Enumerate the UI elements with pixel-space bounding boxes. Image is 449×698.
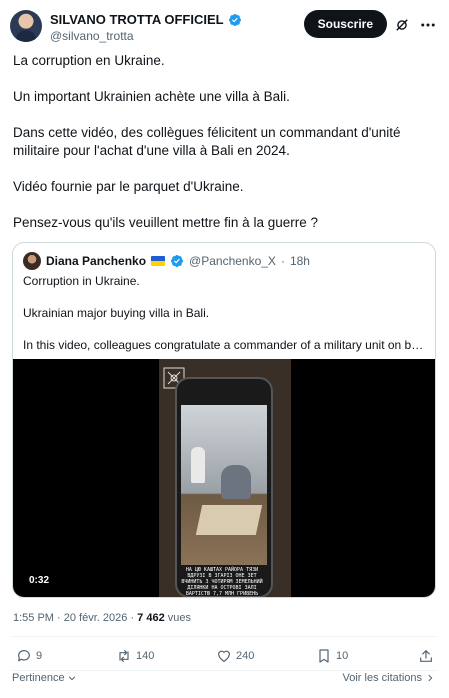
author-avatar[interactable]	[10, 10, 42, 42]
views-count: 7 462	[137, 612, 165, 624]
share-button[interactable]	[418, 648, 434, 664]
quoted-author-name: Diana Panchenko	[46, 254, 147, 268]
verified-badge-icon	[171, 255, 184, 267]
quoted-author-handle: @Panchenko_X	[189, 254, 276, 268]
repost-button[interactable]: 140	[116, 648, 154, 664]
chevron-right-icon	[428, 674, 433, 682]
person-seated	[221, 465, 251, 499]
divider	[12, 670, 437, 671]
replies-footer: Pertinence Voir les citations	[0, 672, 449, 692]
chevron-down-icon	[68, 676, 75, 681]
tweet-paragraph: La corruption en Ukraine.	[13, 53, 165, 68]
quoted-author-avatar	[23, 252, 41, 270]
author-name-row: SILVANO TROTTA OFFICIEL	[50, 12, 242, 27]
video-duration: 0:32	[29, 575, 50, 586]
tweet-time[interactable]: 1:55 PM	[13, 612, 54, 624]
reply-button[interactable]: 9	[16, 648, 42, 664]
separator-dot: ·	[280, 254, 285, 268]
person-standing	[191, 447, 205, 483]
office-scene	[181, 405, 267, 565]
quoted-tweet-card[interactable]: Diana Panchenko @Panchenko_X · 18h Corru…	[12, 242, 436, 598]
quoted-paragraph: In this video, colleagues congratulate a…	[23, 338, 427, 352]
tweet-paragraph: Un important Ukrainien achète une villa …	[13, 89, 290, 104]
tweet-meta: 1:55 PM · 20 févr. 2026 · 7 462 vues	[13, 612, 191, 624]
like-button[interactable]: 240	[216, 648, 254, 664]
author-name[interactable]: SILVANO TROTTA OFFICIEL	[50, 12, 224, 27]
tweet-text: La corruption en Ukraine. Un important U…	[13, 52, 438, 250]
sort-relevance-dropdown[interactable]: Pertinence	[12, 672, 77, 684]
tweet-paragraph: Dans cette vidéo, des collègues félicite…	[13, 125, 401, 158]
views-label: vues	[167, 612, 192, 624]
reply-icon	[18, 650, 30, 662]
view-quotes-link[interactable]: Voir les citations	[343, 672, 435, 684]
repost-count: 140	[136, 650, 155, 662]
tweet-paragraph: Vidéo fournie par le parquet d'Ukraine.	[13, 179, 244, 194]
bookmark-icon	[319, 649, 329, 663]
desk	[195, 505, 263, 535]
quoted-tweet-time: 18h	[289, 254, 310, 268]
video-player[interactable]: НА ЦЮ КАШТАХ РАЙОРА ТЯЗИ ВДРУЗІ В ЗГАРІЗ…	[13, 359, 435, 597]
repost-icon	[119, 650, 129, 662]
bookmark-count: 10	[336, 650, 349, 662]
tweet-paragraph: Pensez-vous qu'ils veuillent mettre fin …	[13, 215, 318, 230]
quoted-paragraph: Ukrainian major buying villa in Bali.	[23, 306, 210, 320]
reply-count: 9	[36, 650, 43, 662]
author-handle[interactable]: @silvano_trotta	[50, 29, 134, 43]
separator-dot: ·	[57, 612, 61, 624]
separator-dot: ·	[130, 612, 135, 624]
sort-label: Pertinence	[12, 672, 65, 684]
like-count: 240	[236, 650, 255, 662]
verified-badge-icon	[228, 13, 241, 26]
tweet-header: SILVANO TROTTA OFFICIEL @silvano_trotta …	[10, 8, 439, 44]
action-bar: 9 140 240 10	[0, 648, 449, 668]
tweet-date[interactable]: 20 févr. 2026	[64, 612, 128, 624]
phone-in-video: НА ЦЮ КАШТАХ РАЙОРА ТЯЗИ ВДРУЗІ В ЗГАРІЗ…	[175, 377, 273, 597]
quoted-tweet-header: Diana Panchenko @Panchenko_X · 18h	[23, 252, 310, 270]
quoted-paragraph: Corruption in Ukraine.	[23, 274, 140, 288]
divider	[12, 636, 437, 637]
view-quotes-label: Voir les citations	[342, 672, 422, 684]
video-caption-line: ВАРТІСТЮ 7,7 МЛН ГРИВЕНЬ	[185, 591, 259, 597]
heart-icon	[218, 650, 230, 662]
quoted-tweet-text: Corruption in Ukraine. Ukrainian major b…	[23, 273, 427, 369]
subscribe-button[interactable]: Souscrire	[303, 10, 387, 38]
grok-icon[interactable]	[395, 18, 409, 32]
video-caption: НА ЦЮ КАШТАХ РАЙОРА ТЯЗИ ВДРУЗІ В ЗГАРІЗ…	[177, 567, 267, 597]
bookmark-button[interactable]: 10	[316, 648, 348, 664]
share-icon	[420, 650, 432, 662]
ukraine-flag-icon	[151, 256, 166, 266]
more-options-icon[interactable]	[419, 16, 437, 34]
